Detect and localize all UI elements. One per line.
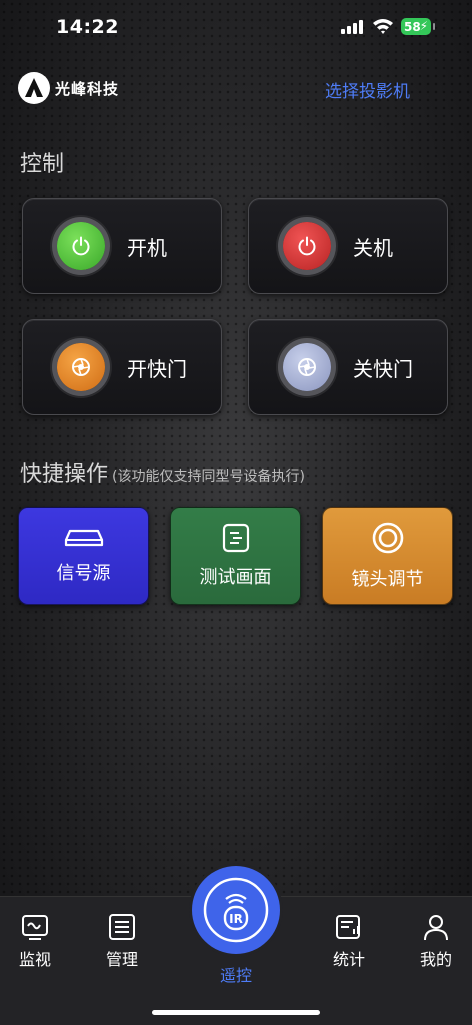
brand-name: 光峰科技	[55, 80, 120, 98]
tab-remote-button[interactable]: IR	[192, 866, 280, 954]
shutter-icon	[283, 343, 331, 391]
test-pattern-label: 测试画面	[199, 567, 272, 588]
quick-section-title: 快捷操作	[20, 462, 109, 487]
lens-icon	[372, 522, 403, 554]
tab-remote[interactable]: 遥控	[201, 958, 271, 986]
shutter-open-button[interactable]: 开快门	[22, 319, 222, 415]
tab-profile[interactable]: 我的	[401, 912, 471, 970]
power-on-label: 开机	[127, 235, 167, 260]
shutter-open-label: 开快门	[127, 356, 187, 381]
profile-icon	[424, 915, 448, 941]
wifi-icon	[373, 19, 393, 34]
tab-stats[interactable]: 统计	[314, 912, 384, 970]
tab-monitor[interactable]: 监视	[0, 912, 70, 970]
tab-monitor-label: 监视	[18, 950, 51, 969]
home-indicator	[152, 1010, 320, 1015]
input-source-label: 信号源	[56, 563, 111, 584]
power-off-label: 关机	[353, 235, 393, 260]
input-source-button[interactable]: 信号源	[18, 507, 149, 605]
power-on-button[interactable]: 开机	[22, 198, 222, 294]
manage-icon	[109, 914, 135, 940]
ir-text: IR	[229, 912, 243, 926]
cellular-signal-icon	[341, 20, 363, 34]
monitor-icon	[22, 915, 48, 940]
test-pattern-button[interactable]: 测试画面	[170, 507, 301, 605]
tab-manage[interactable]: 管理	[87, 912, 157, 970]
background-texture	[0, 0, 472, 900]
quick-section-header: 快捷操作 (该功能仅支持同型号设备执行)	[20, 456, 305, 488]
battery-indicator: 58 ⚡	[401, 18, 435, 35]
battery-level: 58	[404, 19, 421, 34]
input-source-icon	[64, 529, 103, 547]
select-projector-link[interactable]: 选择投影机	[325, 77, 410, 102]
ir-remote-icon: IR	[203, 877, 269, 943]
test-pattern-icon	[222, 523, 249, 553]
control-section-title: 控制	[20, 152, 65, 177]
lens-adjust-button[interactable]: 镜头调节	[322, 507, 453, 605]
shutter-icon	[57, 343, 105, 391]
tab-remote-label: 遥控	[219, 966, 252, 985]
charging-bolt-icon: ⚡	[419, 19, 428, 33]
shutter-close-button[interactable]: 关快门	[248, 319, 448, 415]
tab-manage-label: 管理	[105, 950, 138, 969]
stats-icon	[336, 915, 360, 939]
tab-stats-label: 统计	[332, 950, 365, 969]
shutter-close-label: 关快门	[353, 356, 413, 381]
logo-icon	[18, 72, 50, 104]
status-time: 14:22	[56, 16, 119, 38]
power-icon	[57, 222, 105, 270]
lens-adjust-label: 镜头调节	[351, 569, 424, 590]
quick-section-subtitle: (该功能仅支持同型号设备执行)	[112, 469, 305, 485]
power-icon	[283, 222, 331, 270]
tab-profile-label: 我的	[419, 950, 452, 969]
power-off-button[interactable]: 关机	[248, 198, 448, 294]
